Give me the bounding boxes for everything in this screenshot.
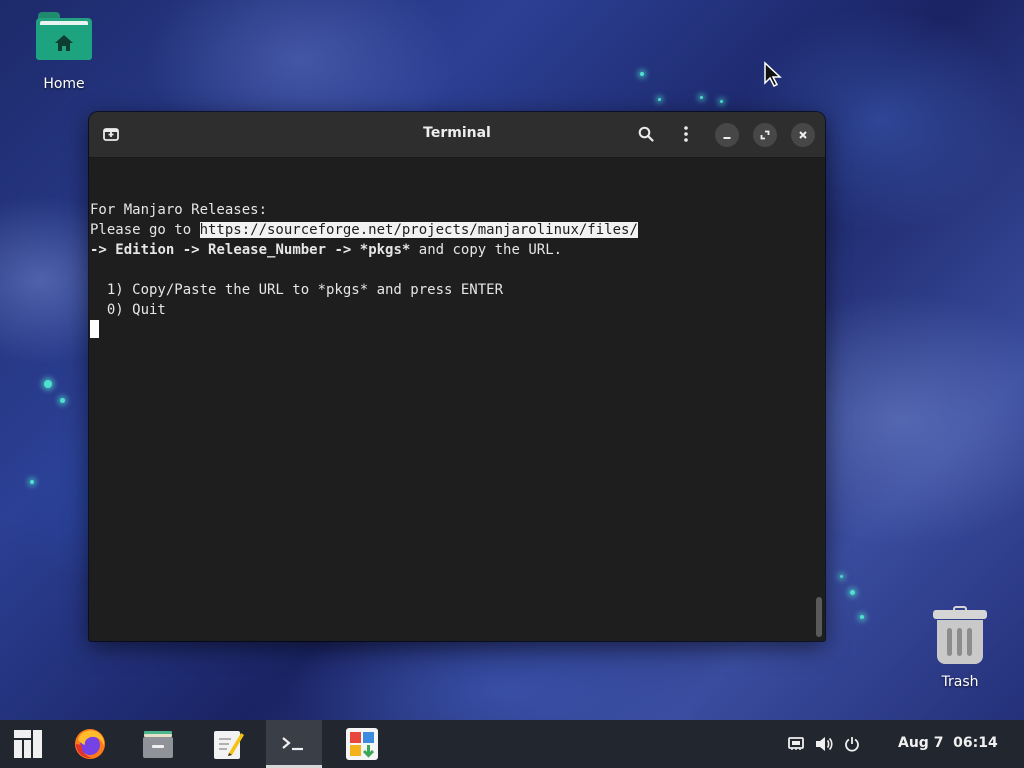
text-cursor <box>90 320 99 338</box>
desktop-icon-label: Trash <box>941 674 979 690</box>
kebab-menu-icon <box>684 126 688 142</box>
terminal-icon <box>282 737 303 751</box>
minimize-icon <box>723 137 731 139</box>
taskbar-app-menu[interactable] <box>0 720 56 768</box>
search-button[interactable] <box>632 120 660 148</box>
trash-icon <box>933 606 987 666</box>
volume-icon <box>816 737 833 751</box>
menu-button[interactable] <box>672 120 700 148</box>
output-text: Release_Number <box>208 242 327 258</box>
output-text: Edition <box>115 242 175 258</box>
software-store-icon <box>346 728 378 760</box>
clock[interactable]: Aug 7 06:14 <box>898 735 998 751</box>
minimize-button[interactable] <box>715 123 739 147</box>
desktop-icon-home[interactable]: Home <box>19 12 109 92</box>
desktop-icon-trash[interactable]: Trash <box>915 606 1005 690</box>
menu-option: 1) Copy/Paste the URL to *pkgs* and pres… <box>90 282 504 298</box>
tray-network[interactable] <box>784 720 808 768</box>
output-text: -> <box>90 242 116 258</box>
firefox-icon <box>75 729 105 759</box>
prompt-line[interactable] <box>89 320 825 340</box>
output-text: *pkgs* <box>359 242 411 258</box>
folder-home-icon <box>36 12 92 60</box>
network-icon <box>788 737 804 750</box>
terminal-output[interactable]: For Manjaro Releases: Please go to https… <box>89 158 825 641</box>
output-line: Please go to https://sourceforge.net/pro… <box>89 220 825 240</box>
scrollbar[interactable] <box>816 597 822 637</box>
manjaro-logo-icon <box>14 730 42 758</box>
tray-volume[interactable] <box>812 720 836 768</box>
output-text: and copy the URL. <box>410 242 563 258</box>
terminal-window[interactable]: Terminal For Manjaro Releases: Please go… <box>89 112 825 641</box>
taskbar-app-text-editor[interactable] <box>200 720 256 768</box>
menu-option: 0) Quit <box>90 302 166 318</box>
output-text: -> <box>326 242 360 258</box>
tray-power[interactable] <box>840 720 864 768</box>
output-line: -> Edition -> Release_Number -> *pkgs* a… <box>89 240 825 260</box>
output-text: Please go to <box>90 222 200 238</box>
titlebar[interactable]: Terminal <box>89 112 825 158</box>
taskbar-app-terminal[interactable] <box>266 720 322 768</box>
taskbar-app-firefox[interactable] <box>62 720 118 768</box>
close-icon <box>799 131 807 139</box>
taskbar-app-files[interactable] <box>130 720 186 768</box>
mouse-pointer-icon <box>764 61 782 87</box>
search-icon <box>638 126 654 142</box>
power-icon <box>845 737 859 752</box>
close-button[interactable] <box>791 123 815 147</box>
maximize-button[interactable] <box>753 123 777 147</box>
files-icon <box>143 731 173 758</box>
taskbar: Aug 7 06:14 <box>0 720 1024 768</box>
restore-icon <box>760 130 770 140</box>
taskbar-app-software[interactable] <box>334 720 390 768</box>
text-editor-icon <box>214 731 244 759</box>
selected-url-link[interactable]: https://sourceforge.net/projects/manjaro… <box>199 222 638 238</box>
desktop-icon-label: Home <box>43 76 85 92</box>
output-line: For Manjaro Releases: <box>90 202 268 218</box>
output-text: -> <box>174 242 209 258</box>
